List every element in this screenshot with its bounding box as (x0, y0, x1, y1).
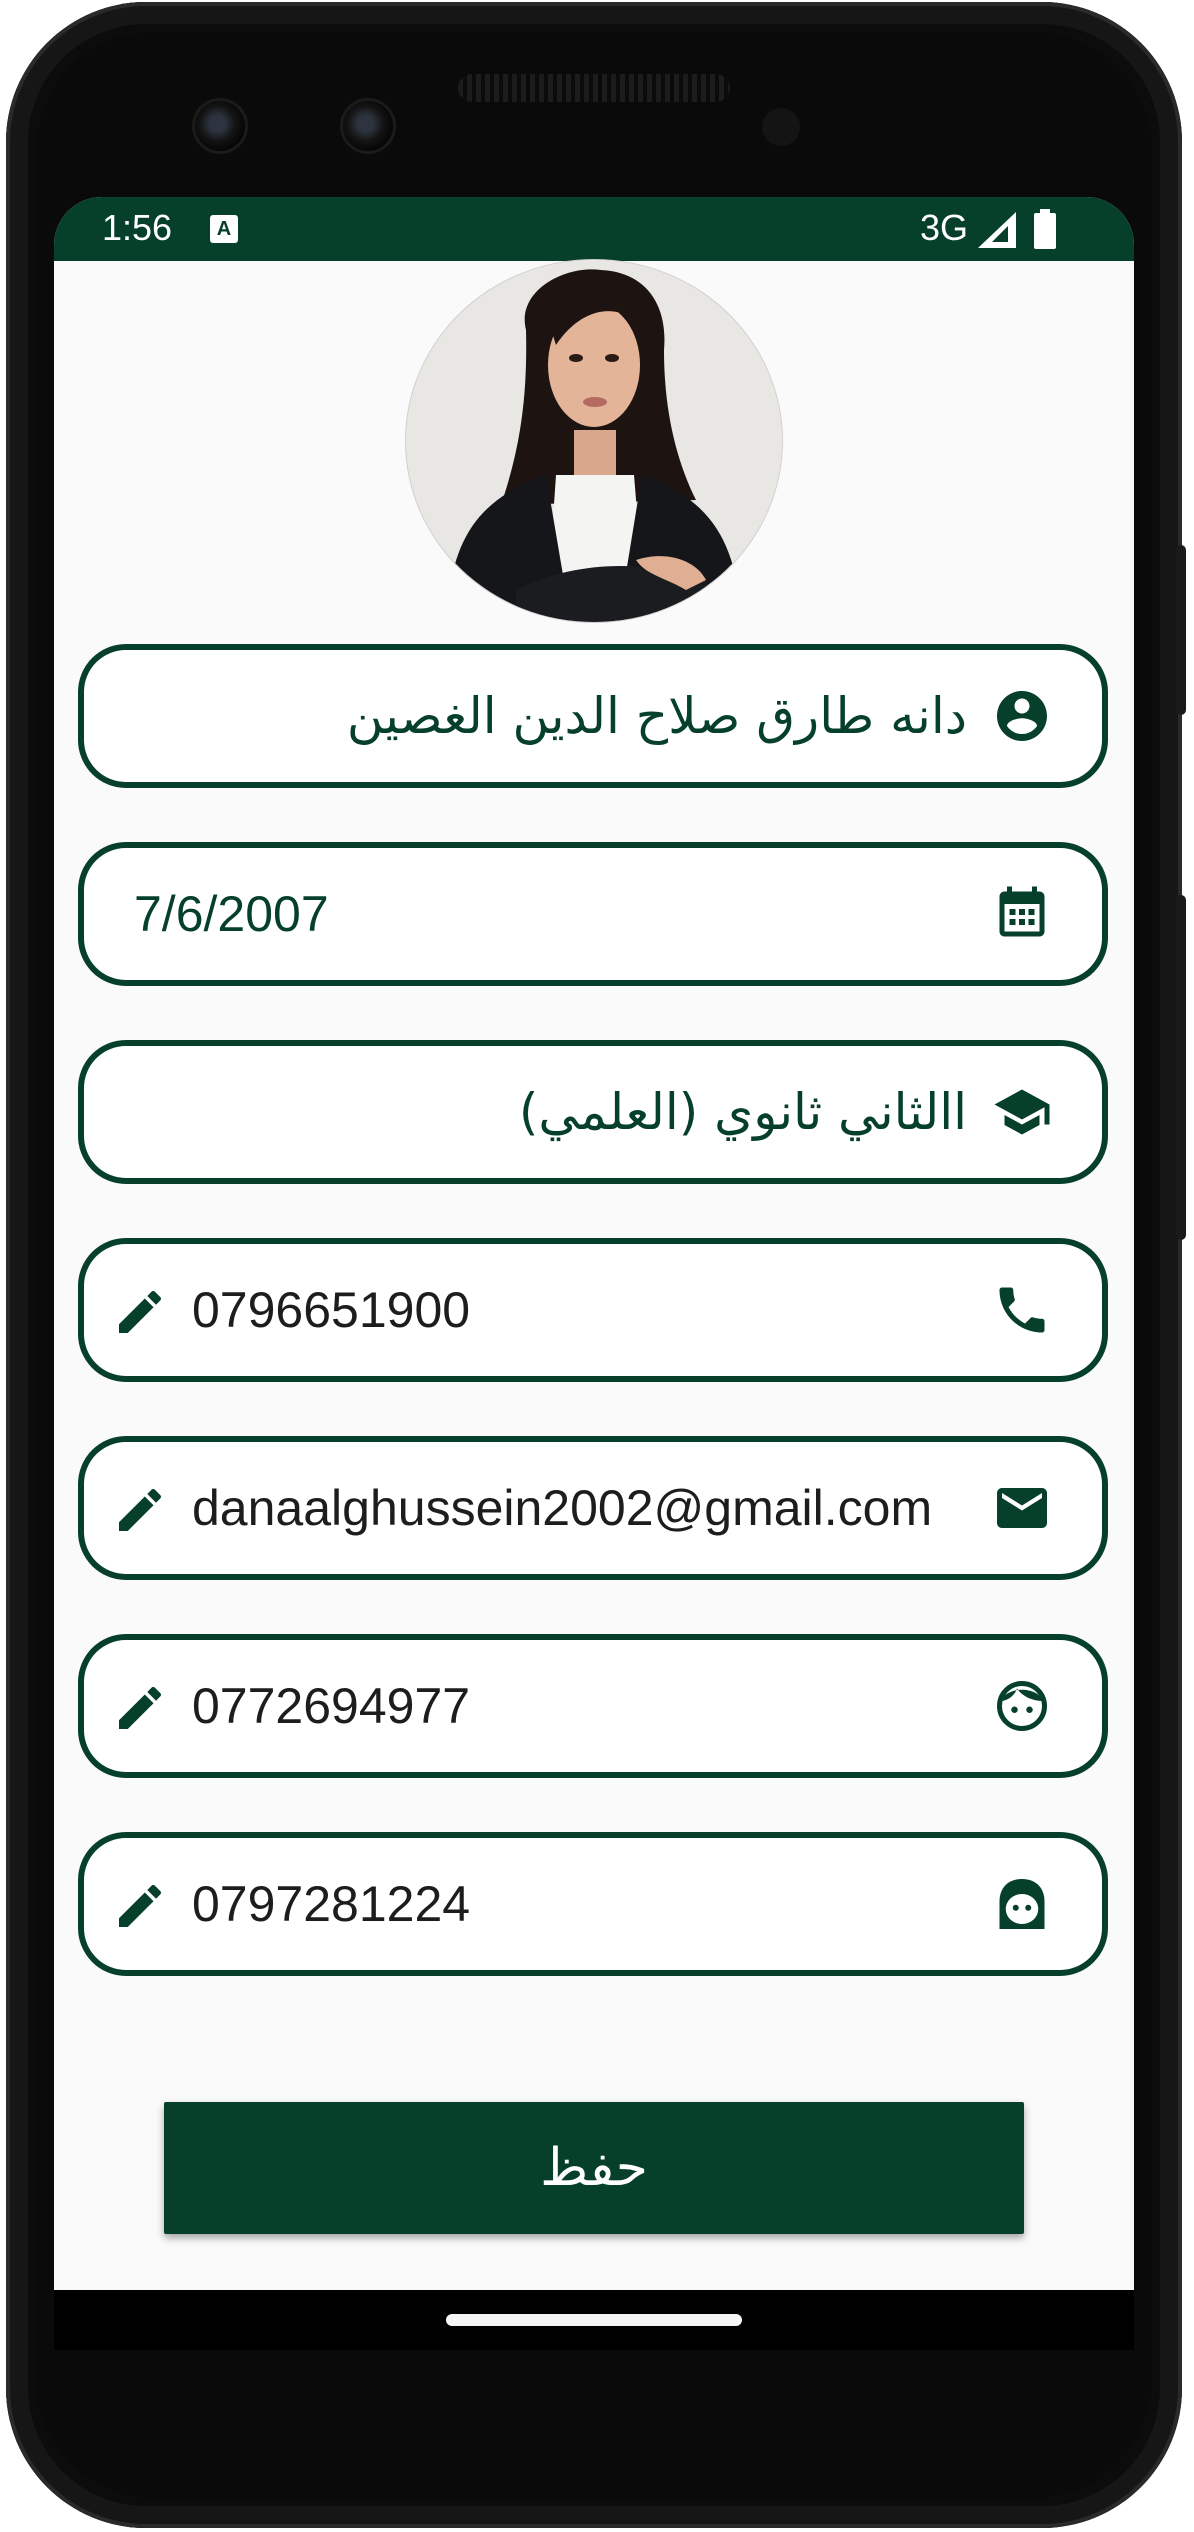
father-phone-text: 0772694977 (192, 1678, 471, 1734)
account-circle-icon (997, 691, 1047, 741)
email-field[interactable]: danaalghussein2002@gmail.com (78, 1436, 1108, 1580)
navigation-bar (54, 2290, 1134, 2350)
save-button[interactable]: حفظ (164, 2102, 1024, 2234)
network-type: 3G (920, 207, 969, 248)
app-screen: 1:56 A 3G دانه طارق صلاح الدين الغصين 7/… (54, 197, 1134, 2290)
notification-icon: A (210, 215, 238, 243)
grade-text: االثاني ثانوي (العلمي) (518, 1083, 967, 1141)
mother-phone-field[interactable]: 0797281224 (78, 1832, 1108, 1976)
front-camera-icon (340, 98, 396, 154)
pencil-icon[interactable] (112, 1482, 168, 1538)
mother-phone-text: 0797281224 (192, 1876, 471, 1932)
name-field[interactable]: دانه طارق صلاح الدين الغصين (78, 644, 1108, 788)
profile-photo (406, 260, 782, 622)
phone-field[interactable]: 0796651900 (78, 1238, 1108, 1382)
pencil-icon[interactable] (112, 1878, 168, 1934)
pencil-icon[interactable] (112, 1680, 168, 1736)
home-gesture-bar[interactable] (446, 2314, 742, 2326)
status-bar: 1:56 A 3G (54, 197, 1134, 261)
graduation-cap-icon (994, 1089, 1050, 1135)
calendar-icon[interactable] (992, 884, 1052, 944)
cell-signal-icon (978, 212, 1016, 248)
profile-avatar[interactable] (406, 260, 782, 622)
birth-date-field[interactable]: 7/6/2007 (78, 842, 1108, 986)
girl-face-icon (999, 1879, 1045, 1929)
boy-face-icon (997, 1681, 1047, 1731)
battery-icon (1034, 209, 1056, 249)
pencil-icon[interactable] (112, 1284, 168, 1340)
birth-date-text: 7/6/2007 (134, 886, 329, 942)
power-button (1176, 545, 1186, 715)
phone-text: 0796651900 (192, 1282, 471, 1338)
front-camera-icon (192, 98, 248, 154)
grade-field[interactable]: االثاني ثانوي (العلمي) (78, 1040, 1108, 1184)
name-text: دانه طارق صلاح الدين الغصين (346, 687, 967, 745)
father-phone-field[interactable]: 0772694977 (78, 1634, 1108, 1778)
volume-button (1176, 895, 1186, 1240)
proximity-sensor (762, 108, 800, 146)
envelope-icon (997, 1488, 1047, 1528)
phone-icon (999, 1287, 1045, 1333)
status-time: 1:56 (102, 207, 173, 248)
top-speaker (458, 74, 730, 102)
email-text: danaalghussein2002@gmail.com (192, 1480, 933, 1536)
